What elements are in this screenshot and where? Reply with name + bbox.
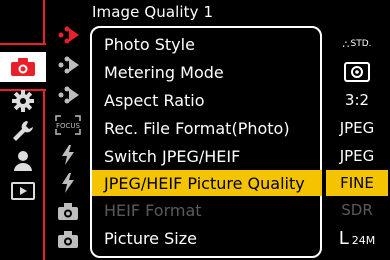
image-quality-icon	[58, 86, 79, 104]
menu-item-heif-format[interactable]: HEIF Format	[92, 197, 318, 223]
image-quality-icon	[58, 26, 79, 44]
menu-item-label: Switch JPEG/HEIF	[104, 146, 241, 166]
camera-settings-icon	[58, 203, 78, 220]
menu-item-label: Metering Mode	[104, 62, 224, 82]
sub-tab-image-quality-1[interactable]	[50, 22, 86, 48]
menu-item-picture-size[interactable]: Picture Size	[92, 225, 318, 251]
aspect-ratio-value: 3:2	[344, 91, 370, 109]
focus-icon: FOCUS	[55, 115, 81, 135]
wrench-icon	[13, 121, 33, 141]
play-icon	[11, 182, 35, 200]
sub-tab-flash-1[interactable]	[50, 142, 86, 168]
camera-menu-screen: Image Quality 1 FOCUS Photo Style Meteri…	[0, 0, 390, 260]
photo-style-value-text: STD.	[350, 39, 372, 49]
main-tab-photo[interactable]	[0, 52, 46, 82]
main-tab-playback[interactable]	[0, 176, 46, 206]
camera-settings-icon	[58, 231, 78, 248]
menu-item-label: JPEG/HEIF Picture Quality	[104, 173, 305, 193]
main-tab-setup[interactable]	[0, 116, 46, 146]
menu-item-metering-mode[interactable]: Metering Mode	[92, 59, 318, 85]
heif-format-value: SDR	[341, 201, 373, 219]
sub-tab-flash-2[interactable]	[50, 170, 86, 196]
main-menu-nav	[0, 0, 46, 260]
menu-item-label: Picture Size	[104, 228, 197, 248]
menu-item-photo-style[interactable]: Photo Style	[92, 31, 318, 57]
menu-item-label: Photo Style	[104, 34, 195, 54]
metering-icon	[344, 62, 370, 82]
picture-size-letter: L	[338, 227, 349, 249]
metering-mode-value	[326, 59, 388, 85]
sub-tab-image-quality-2[interactable]	[50, 52, 86, 78]
menu-item-picture-quality[interactable]: JPEG/HEIF Picture Quality	[92, 170, 322, 196]
menu-item-aspect-ratio[interactable]: Aspect Ratio	[92, 87, 318, 113]
flash-icon	[62, 145, 74, 165]
svg-text:FOCUS: FOCUS	[56, 122, 81, 130]
rec-file-format-value: JPEG	[339, 119, 375, 137]
flash-icon	[62, 173, 74, 193]
sub-tab-focus[interactable]: FOCUS	[50, 112, 86, 138]
picture-size-value: L 24M	[326, 225, 388, 251]
menu-item-label: Rec. File Format(Photo)	[104, 118, 290, 138]
photo-style-icon: ∴	[342, 37, 350, 51]
menu-item-switch-jpeg-heif[interactable]: Switch JPEG/HEIF	[92, 143, 318, 169]
main-tab-custom[interactable]	[0, 86, 46, 116]
switch-jpeg-heif-value: JPEG	[339, 147, 375, 165]
picture-size-megapixels: 24M	[351, 233, 376, 247]
sub-tab-camera-settings-1[interactable]	[50, 198, 86, 224]
sub-tab-image-quality-3[interactable]	[50, 82, 86, 108]
person-icon	[14, 151, 32, 171]
menu-item-rec-file-format[interactable]: Rec. File Format(Photo)	[92, 115, 318, 141]
gear-icon	[12, 90, 34, 112]
menu-item-label: Aspect Ratio	[104, 90, 205, 110]
picture-quality-value: FINE	[326, 170, 388, 196]
page-title: Image Quality 1	[92, 3, 214, 21]
photo-style-value: ∴ STD.	[326, 31, 388, 57]
image-quality-icon	[58, 56, 79, 74]
main-tab-my-menu[interactable]	[0, 146, 46, 176]
menu-item-label: HEIF Format	[104, 200, 202, 220]
camera-icon	[11, 58, 35, 76]
sub-tab-camera-settings-2[interactable]	[50, 226, 86, 252]
